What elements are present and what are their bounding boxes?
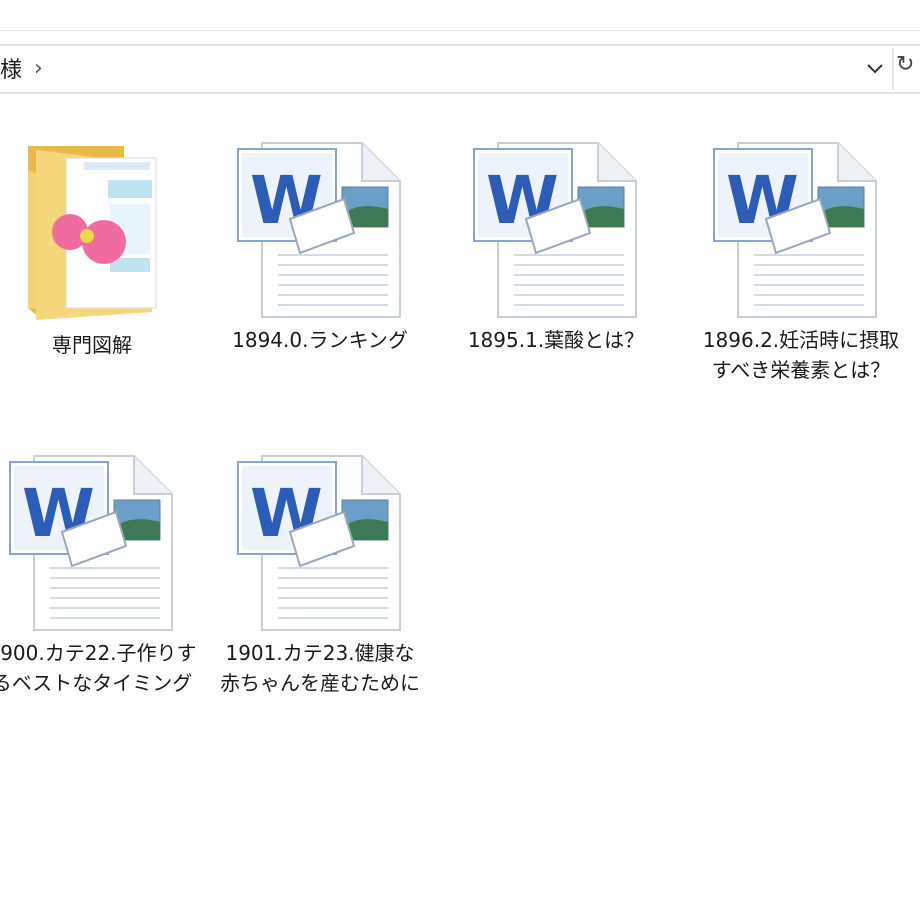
- breadcrumb-separator-icon[interactable]: ›: [34, 56, 43, 81]
- file-name-label: 1900.カテ22.子作りするベストなタイミング: [0, 641, 197, 695]
- word-document-icon: W: [237, 142, 401, 318]
- file-name-label: 1896.2.妊活時に摂取すべき栄養素とは？: [702, 328, 900, 382]
- word-document-icon: W: [473, 142, 637, 318]
- word-document-icon: W: [237, 455, 401, 631]
- file-name-label: 1901.カテ23.健康な赤ちゃんを産むために: [220, 641, 420, 695]
- word-document-icon: W: [9, 455, 173, 631]
- file-name-label: 1894.0.ランキング: [232, 328, 408, 352]
- address-history-dropdown-button[interactable]: [858, 48, 894, 90]
- chevron-down-icon: [867, 64, 883, 74]
- file-name-label: 1895.1.葉酸とは？: [467, 328, 645, 352]
- window-top-strip: [0, 0, 920, 31]
- folder-icon: [28, 146, 157, 320]
- breadcrumb-item[interactable]: 様: [0, 52, 22, 84]
- file-name-label: 専門図解: [52, 333, 132, 357]
- file-item-word-document[interactable]: W 1900.カテ22.子作りするベストなタイミング: [0, 448, 202, 698]
- file-item-word-document[interactable]: W 1894.0.ランキング: [220, 135, 420, 355]
- file-item-word-document[interactable]: W 1901.カテ23.健康な赤ちゃんを産むために: [220, 448, 420, 698]
- file-item-word-document[interactable]: W 1896.2.妊活時に摂取すべき栄養素とは？: [696, 135, 906, 385]
- word-document-icon: W: [713, 142, 877, 318]
- file-item-folder[interactable]: 専門図解: [0, 140, 192, 360]
- file-item-word-document[interactable]: W 1895.1.葉酸とは？: [456, 135, 656, 355]
- breadcrumb: 様 ›: [0, 52, 43, 84]
- refresh-icon[interactable]: ↻: [896, 52, 914, 77]
- address-bar[interactable]: 様 › ↻: [0, 44, 920, 94]
